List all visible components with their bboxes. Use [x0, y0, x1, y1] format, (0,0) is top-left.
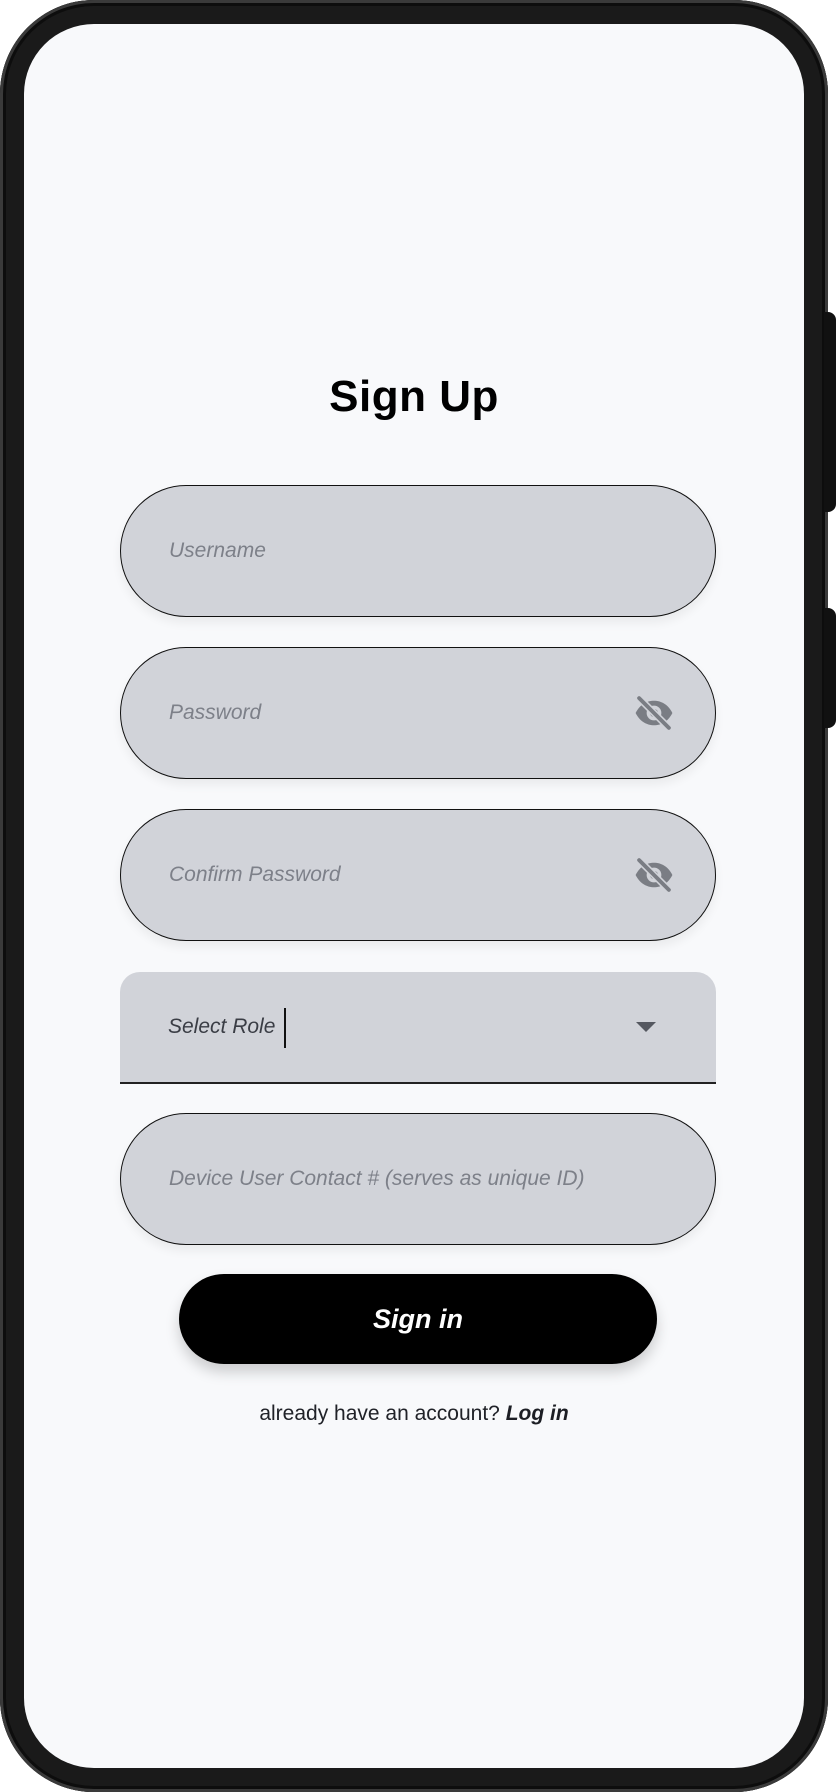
confirm-password-field[interactable]: Confirm Password [120, 809, 716, 941]
login-prompt: already have an account? Log in [24, 1402, 804, 1426]
confirm-password-placeholder: Confirm Password [169, 863, 341, 886]
signup-screen: Sign Up Username Password Confirm Passwo… [24, 24, 804, 1768]
chevron-down-icon[interactable] [636, 1022, 656, 1032]
username-field[interactable]: Username [120, 485, 716, 617]
eye-off-icon[interactable] [633, 692, 675, 734]
password-placeholder: Password [169, 701, 262, 724]
contact-number-field[interactable]: Device User Contact # (serves as unique … [120, 1113, 716, 1245]
sign-in-button[interactable]: Sign in [179, 1274, 657, 1364]
phone-side-button-upper [824, 312, 836, 512]
password-field[interactable]: Password [120, 647, 716, 779]
eye-off-icon[interactable] [633, 854, 675, 896]
page-title: Sign Up [329, 372, 499, 421]
phone-side-button-lower [824, 608, 836, 728]
text-cursor [284, 1008, 286, 1048]
username-placeholder: Username [169, 539, 266, 562]
contact-number-placeholder: Device User Contact # (serves as unique … [169, 1167, 585, 1190]
role-select[interactable]: Select Role [120, 972, 716, 1084]
login-link[interactable]: Log in [506, 1402, 569, 1425]
login-prompt-text: already have an account? [259, 1402, 500, 1425]
role-select-label: Select Role [168, 1015, 276, 1038]
